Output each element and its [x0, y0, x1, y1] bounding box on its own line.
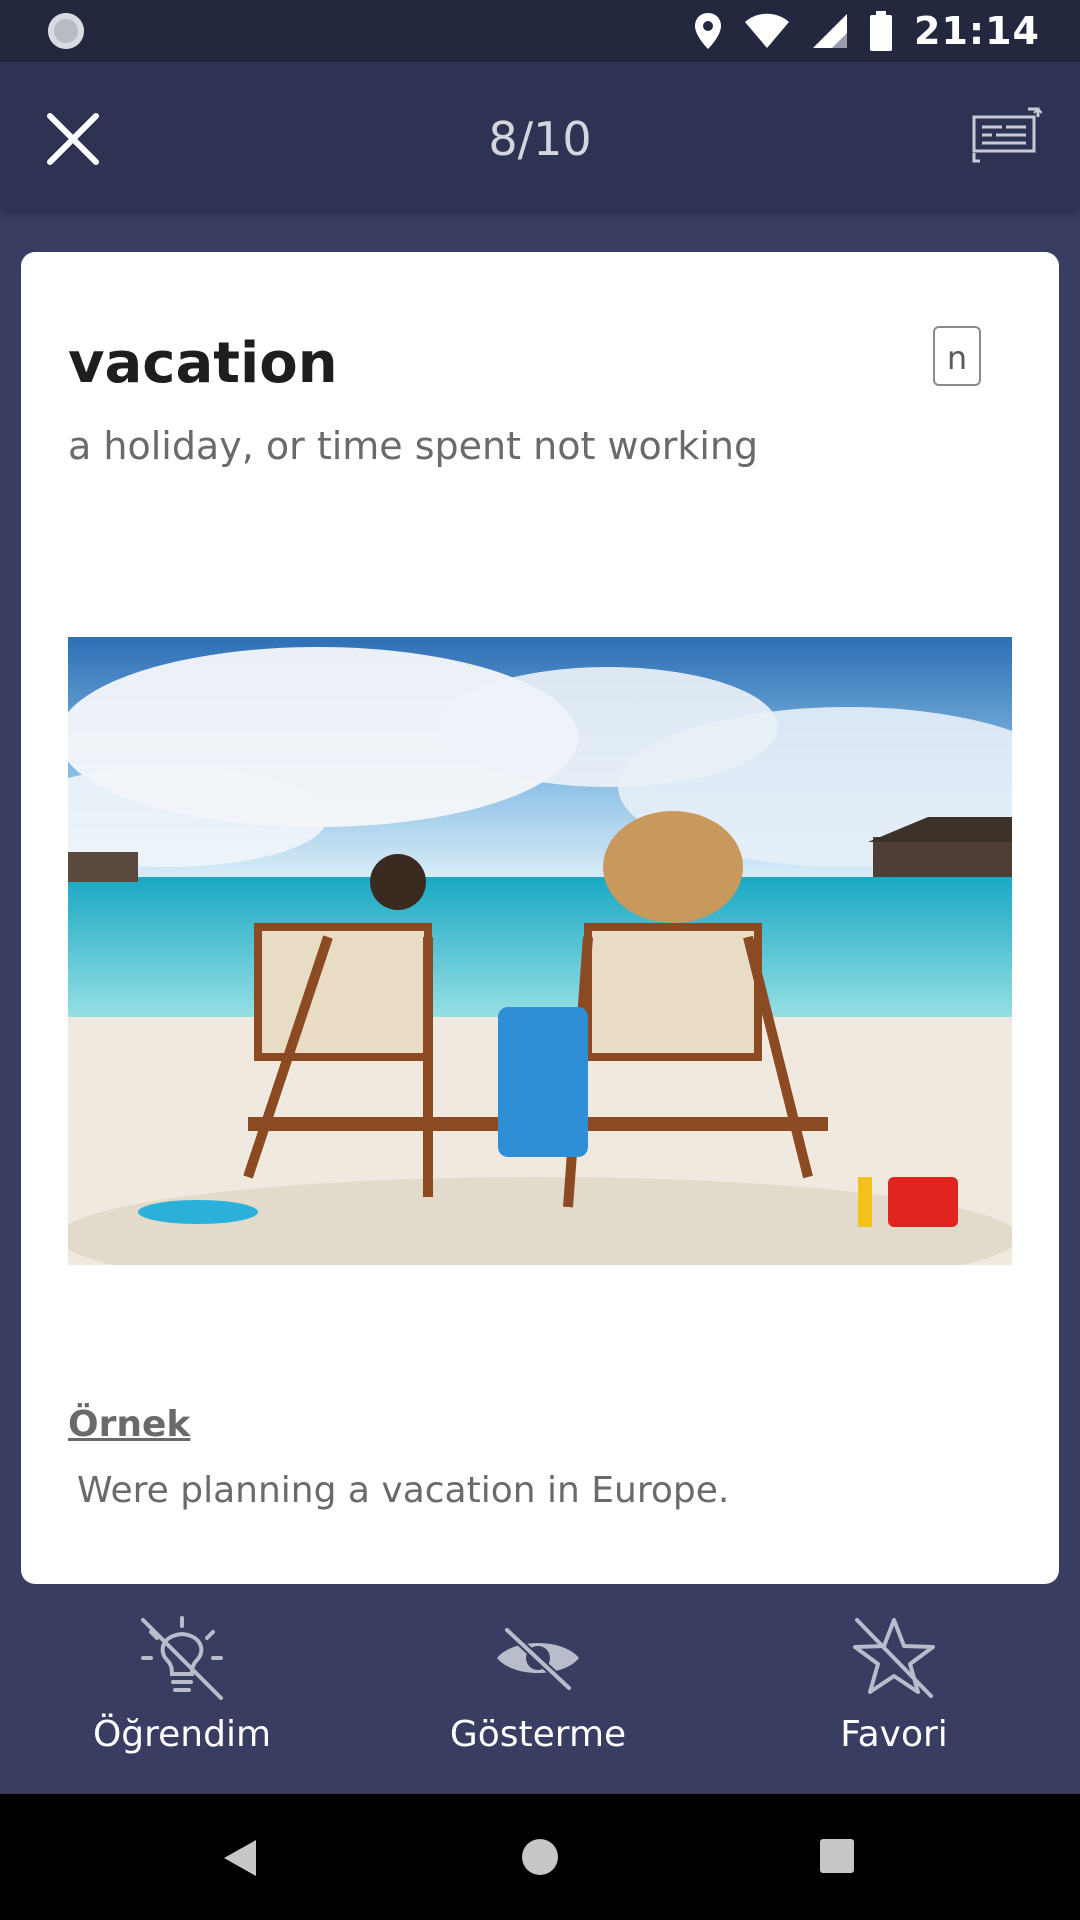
status-time: 21:14 [914, 9, 1040, 53]
eye-off-icon [497, 1627, 579, 1691]
status-bar: 21:14 [0, 0, 1080, 62]
star-off-icon [853, 1618, 935, 1698]
favorite-label: Favori [840, 1714, 948, 1755]
battery-icon [870, 11, 893, 51]
wifi-icon [745, 13, 790, 48]
system-nav-bar [0, 1794, 1080, 1920]
example-sentence: Were planning a vacation in Europe. [77, 1470, 730, 1511]
word-title: vacation [68, 331, 338, 396]
learned-button[interactable]: Öğrendim [52, 1614, 312, 1755]
progress-counter: 8/10 [488, 112, 592, 166]
hide-button[interactable]: Gösterme [408, 1614, 668, 1755]
app-bar: 8/10 [0, 62, 1080, 210]
learned-label: Öğrendim [92, 1714, 272, 1755]
hide-label: Gösterme [449, 1714, 627, 1755]
part-of-speech-badge: n [933, 326, 981, 386]
word-definition: a holiday, or time spent not working [68, 424, 759, 468]
location-icon [695, 13, 722, 49]
recent-apps-icon[interactable] [820, 1839, 854, 1873]
favorite-button[interactable]: Favori [764, 1614, 1024, 1755]
back-icon[interactable] [222, 1838, 258, 1878]
example-label: Örnek [68, 1404, 191, 1445]
card-switch-icon[interactable] [972, 107, 1042, 163]
lightbulb-off-icon [141, 1616, 223, 1700]
word-card: vacation n a holiday, or time spent not … [21, 252, 1059, 1584]
status-icons: 21:14 [694, 0, 1040, 62]
signal-icon [813, 14, 848, 48]
action-bar: Öğrendim Gösterme Favori [0, 1584, 1080, 1794]
home-icon[interactable] [522, 1839, 558, 1875]
word-illustration [68, 637, 1012, 1265]
sync-icon [48, 13, 84, 49]
